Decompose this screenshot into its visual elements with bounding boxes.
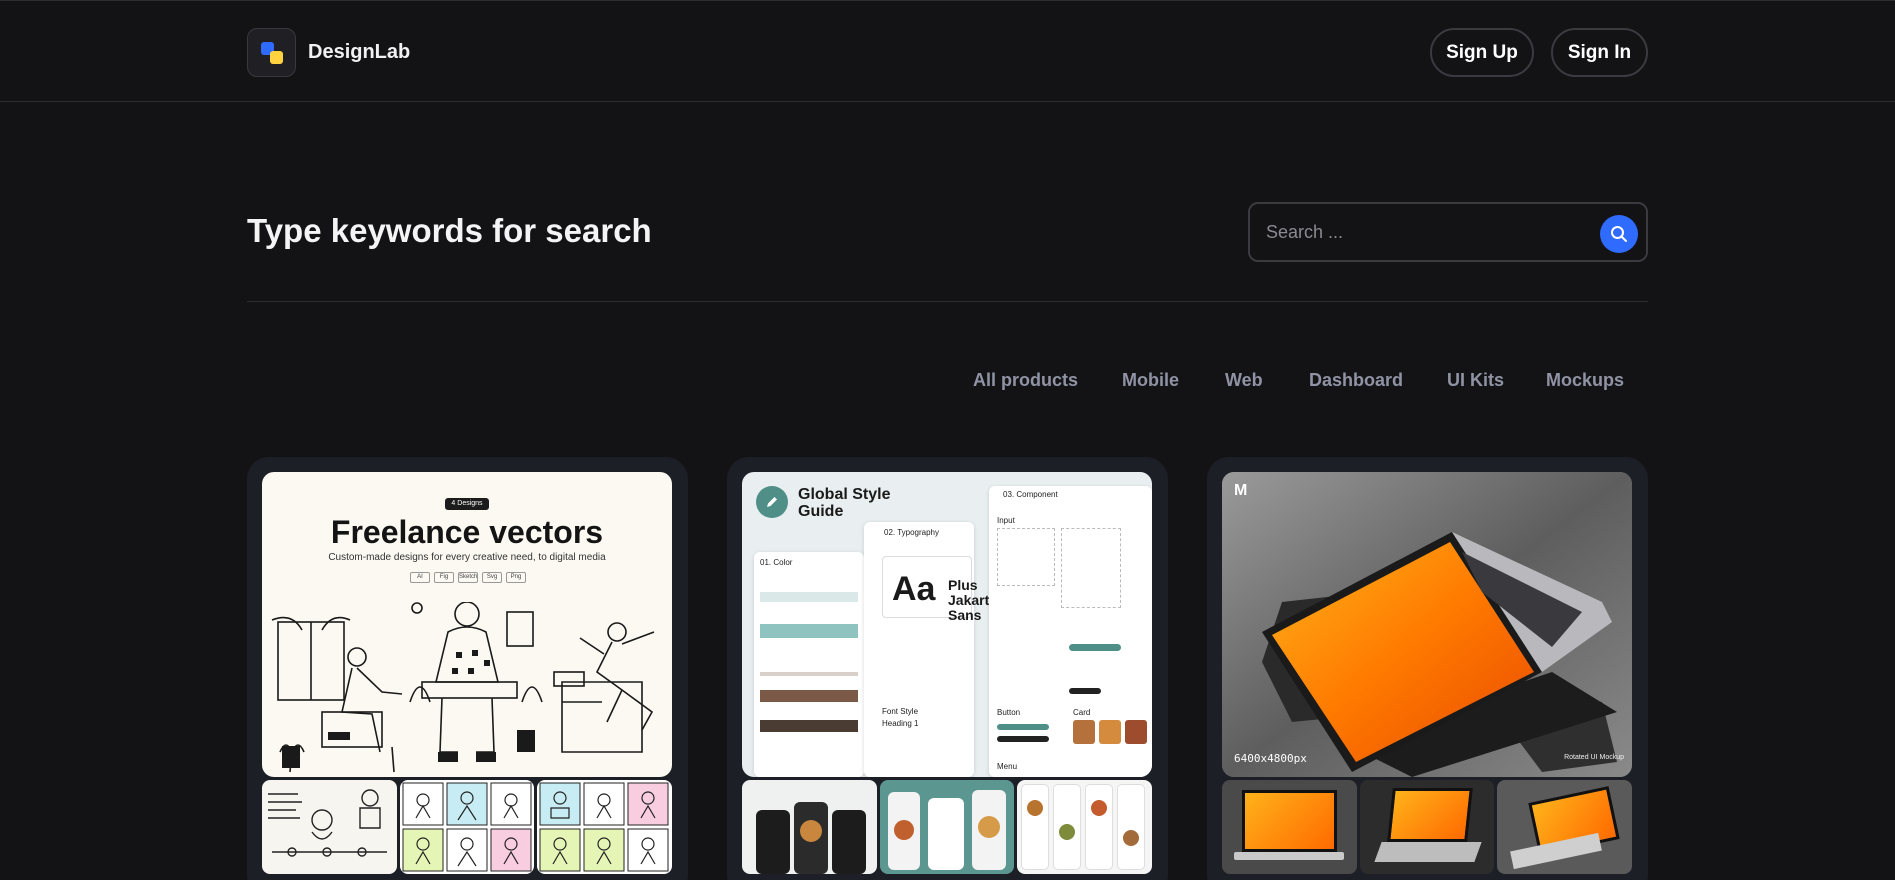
thumbnail-art [402, 782, 532, 872]
thumbnail-image[interactable] [1497, 780, 1633, 874]
resolution-label: 6400x4800px [1234, 752, 1307, 765]
filter-web[interactable]: Web [1225, 370, 1263, 391]
card-thumbnails [1222, 780, 1633, 874]
card-title: Global Style Guide [798, 486, 891, 520]
filter-ui-kits[interactable]: UI Kits [1447, 370, 1504, 391]
panel-label: Menu [997, 762, 1018, 771]
card-hero-image[interactable]: M 6400x4800px Rotated UI Mockup [1222, 472, 1632, 777]
card-thumbnails [262, 780, 673, 874]
format-chip: Sketch [458, 572, 478, 583]
thumbnail-image[interactable] [879, 780, 1015, 874]
filter-all-products[interactable]: All products [973, 370, 1078, 391]
sign-in-button[interactable]: Sign In [1551, 28, 1648, 77]
filter-dashboard[interactable]: Dashboard [1309, 370, 1403, 391]
thumbnail-image[interactable] [1359, 780, 1495, 874]
thumbnail-image[interactable] [399, 780, 535, 874]
sign-up-button[interactable]: Sign Up [1430, 28, 1534, 77]
product-card-freelance-vectors[interactable]: 4 Designs Freelance vectors Custom-made … [247, 457, 688, 880]
mockup-caption: Rotated UI Mockup [1564, 754, 1624, 761]
format-chip: Fig [434, 572, 454, 583]
panel-label: Button [997, 708, 1021, 717]
filter-mobile[interactable]: Mobile [1122, 370, 1179, 391]
typography-sample: Aa [892, 570, 936, 608]
card-subtitle: Custom-made designs for every creative n… [328, 552, 606, 563]
typography-panel: 02. Typography Aa Plus Jakarta Sans Font… [864, 522, 997, 777]
format-chip: Svg [482, 572, 502, 583]
thumbnail-image[interactable] [1222, 780, 1357, 874]
pencil-icon [756, 486, 788, 518]
card-hero-image[interactable]: Global Style Guide 01. Color 02. Typogra… [742, 472, 1152, 777]
brand-name[interactable]: DesignLab [308, 41, 410, 64]
product-card-macbook-mockup[interactable]: M 6400x4800px Rotated UI Mockup [1207, 457, 1648, 880]
thumbnail-art [268, 789, 387, 857]
panel-label: 01. Color [760, 558, 793, 567]
section-divider [247, 301, 1648, 302]
panel-label: Heading 1 [882, 719, 919, 728]
search-button[interactable] [1600, 215, 1638, 253]
card-title: Freelance vectors [330, 514, 604, 550]
thumbnail-image[interactable] [262, 780, 397, 874]
brand-mark: M [1234, 482, 1248, 499]
thumbnail-image[interactable] [537, 780, 673, 874]
panel-label: Font Style [882, 707, 919, 716]
card-hero-image[interactable]: 4 Designs Freelance vectors Custom-made … [262, 472, 672, 777]
search-box [1248, 202, 1648, 262]
designs-badge: 4 Designs [445, 498, 489, 510]
panel-label: 03. Component [1003, 490, 1058, 499]
line-art-illustration [271, 602, 655, 773]
product-card-global-style-guide[interactable]: Global Style Guide 01. Color 02. Typogra… [727, 457, 1168, 880]
thumbnail-art [539, 782, 669, 872]
component-panel: 03. Component Input Button Card Menu [989, 486, 1152, 777]
panel-label: Card [1073, 708, 1091, 717]
search-icon [1611, 226, 1627, 242]
logo-icon[interactable] [247, 28, 296, 77]
font-name: Plus Jakarta Sans [948, 577, 998, 623]
panel-label: Input [997, 516, 1015, 525]
top-navbar: DesignLab Sign Up Sign In [0, 0, 1895, 102]
search-heading: Type keywords for search [247, 212, 652, 249]
thumbnail-image[interactable] [742, 780, 877, 874]
color-panel: 01. Color [754, 552, 864, 777]
format-chip: AI [410, 572, 430, 583]
search-input[interactable] [1266, 218, 1566, 246]
format-chip: Png [506, 572, 526, 583]
panel-label: 02. Typography [884, 528, 940, 537]
laptop-mockup-image [1222, 472, 1632, 777]
card-thumbnails [742, 780, 1153, 874]
format-chips: AI Fig Sketch Svg Png [410, 572, 526, 583]
filter-mockups[interactable]: Mockups [1546, 370, 1624, 391]
thumbnail-image[interactable] [1017, 780, 1153, 874]
